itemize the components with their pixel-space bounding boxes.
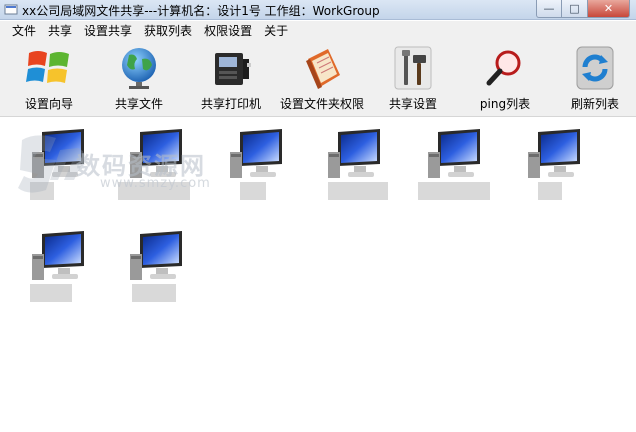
computer-item[interactable] bbox=[20, 230, 98, 310]
menu-setup-share[interactable]: 设置共享 bbox=[78, 21, 138, 41]
computer-item[interactable] bbox=[118, 230, 196, 310]
ping-list-button[interactable]: ping列表 bbox=[476, 45, 534, 112]
refresh-icon bbox=[576, 46, 614, 90]
computer-icon bbox=[428, 129, 480, 178]
computer-icon bbox=[230, 129, 282, 178]
menu-get-list[interactable]: 获取列表 bbox=[138, 21, 198, 41]
maximize-button[interactable]: □ bbox=[562, 0, 588, 18]
computer-name bbox=[328, 182, 388, 200]
menu-permissions[interactable]: 权限设置 bbox=[198, 21, 258, 41]
menu-bar: 文件 共享 设置共享 获取列表 权限设置 关于 bbox=[0, 21, 636, 41]
toolbar-label: 设置文件夹权限 bbox=[279, 97, 364, 111]
toolbar-label: 刷新列表 bbox=[570, 97, 619, 111]
folder-permissions-button[interactable]: 设置文件夹权限 bbox=[278, 45, 366, 112]
menu-share[interactable]: 共享 bbox=[42, 21, 78, 41]
window-controls: — □ ✕ bbox=[536, 0, 630, 18]
computer-item[interactable] bbox=[218, 128, 296, 208]
toolbar-label: 共享设置 bbox=[388, 97, 437, 111]
menu-file[interactable]: 文件 bbox=[6, 21, 42, 41]
window-title: xx公司局域网文件共享---计算机名：设计1号 工作组：WorkGroup bbox=[22, 4, 380, 18]
globe-icon bbox=[122, 48, 156, 89]
computer-icon bbox=[328, 129, 380, 178]
magnifier-icon bbox=[486, 50, 521, 86]
tools-icon bbox=[394, 46, 432, 90]
computer-icon bbox=[32, 231, 84, 280]
toolbar: 设置向导 共享文件 共享打印机 设置文件夹权限 共享设置 ping列表 刷新列表 bbox=[0, 41, 636, 117]
share-files-button[interactable]: 共享文件 bbox=[110, 45, 168, 112]
computer-name bbox=[538, 182, 562, 200]
computer-name bbox=[240, 182, 266, 200]
printer-icon bbox=[215, 53, 251, 85]
app-icon bbox=[4, 4, 18, 15]
computer-name bbox=[418, 182, 490, 200]
toolbar-label: 共享打印机 bbox=[200, 97, 261, 111]
share-printer-button[interactable]: 共享打印机 bbox=[198, 45, 264, 112]
share-settings-button[interactable]: 共享设置 bbox=[384, 45, 442, 112]
title-bar[interactable]: xx公司局域网文件共享---计算机名：设计1号 工作组：WorkGroup — … bbox=[0, 0, 636, 20]
toolbar-label: 设置向导 bbox=[24, 97, 73, 111]
computer-item[interactable] bbox=[516, 128, 594, 208]
watermark-url: www.smzy.com bbox=[100, 176, 211, 191]
computer-icon bbox=[130, 231, 182, 280]
toolbar-label: 共享文件 bbox=[114, 97, 163, 111]
refresh-list-button[interactable]: 刷新列表 bbox=[566, 45, 624, 112]
computer-name bbox=[30, 182, 54, 200]
close-button[interactable]: ✕ bbox=[588, 0, 630, 18]
minimize-button[interactable]: — bbox=[536, 0, 562, 18]
windows-logo-icon bbox=[26, 51, 69, 83]
toolbar-label: ping列表 bbox=[479, 97, 531, 111]
computer-item[interactable] bbox=[316, 128, 394, 208]
computer-icon bbox=[528, 129, 580, 178]
computer-name bbox=[132, 284, 176, 302]
menu-about[interactable]: 关于 bbox=[258, 21, 294, 41]
computer-name bbox=[30, 284, 72, 302]
setup-wizard-button[interactable]: 设置向导 bbox=[20, 45, 78, 112]
notebook-icon bbox=[306, 49, 340, 89]
computer-item[interactable] bbox=[416, 128, 494, 208]
